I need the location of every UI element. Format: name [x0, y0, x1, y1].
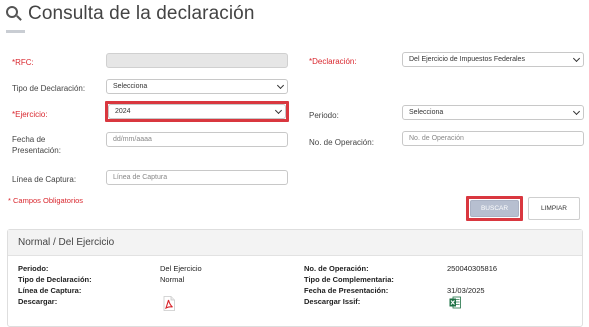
result-periodo-label: Periodo:	[18, 264, 49, 273]
declaracion-value: Del Ejercicio de Impuestos Federales	[409, 56, 525, 63]
tipo-declaracion-select[interactable]: Selecciona	[106, 79, 288, 94]
periodo-select[interactable]: Selecciona	[402, 105, 584, 120]
linea-captura-placeholder: Línea de Captura	[113, 174, 168, 181]
page-title: Consulta de la declaración	[28, 3, 255, 24]
result-operacion-value: 250040305816	[447, 264, 498, 273]
chevron-down-icon	[572, 107, 581, 116]
fecha-presentacion-input[interactable]: dd/mm/aaaa	[106, 132, 288, 147]
result-operacion-label: No. de Operación:	[304, 264, 369, 273]
linea-captura-label: Línea de Captura:	[12, 175, 77, 184]
result-heading: Normal / Del Ejercicio	[8, 230, 582, 256]
tipo-declaracion-label: Tipo de Declaración:	[12, 84, 86, 93]
ejercicio-highlight	[105, 101, 289, 122]
result-tipo-label: Tipo de Declaración:	[18, 275, 92, 284]
required-note: * Campos Obligatorios	[8, 196, 84, 205]
declaracion-select[interactable]: Del Ejercicio de Impuestos Federales	[402, 52, 584, 67]
result-complementaria-label: Tipo de Complementaria:	[304, 275, 394, 284]
result-fecha-label: Fecha de Presentación:	[304, 286, 389, 295]
search-button-highlight	[466, 196, 523, 221]
result-descargar-label: Descargar:	[18, 297, 58, 306]
excel-icon[interactable]	[449, 296, 461, 309]
title-underline	[6, 30, 25, 33]
result-linea-label: Línea de Captura:	[18, 286, 82, 295]
chevron-down-icon	[276, 81, 285, 90]
declaracion-label: *Declaración:	[309, 57, 357, 66]
page-header: Consulta de la declaración	[6, 0, 255, 28]
result-issif-label: Descargar Issif:	[304, 297, 361, 306]
periodo-label: Periodo:	[309, 111, 339, 120]
clear-button[interactable]: LIMPIAR	[528, 197, 580, 220]
fecha-placeholder: dd/mm/aaaa	[113, 136, 152, 143]
result-periodo-value: Del Ejercicio	[160, 264, 202, 273]
no-operacion-input[interactable]: No. de Operación	[402, 131, 584, 146]
no-operacion-label: No. de Operación:	[309, 138, 374, 147]
fecha-label-line2: Presentación:	[12, 146, 61, 155]
periodo-value: Selecciona	[409, 109, 444, 116]
linea-captura-input[interactable]: Línea de Captura	[106, 170, 288, 185]
tipo-declaracion-value: Selecciona	[113, 83, 148, 90]
result-fecha-value: 31/03/2025	[447, 286, 485, 295]
ejercicio-label: *Ejercicio:	[12, 110, 48, 119]
rfc-label: *RFC:	[12, 58, 34, 67]
result-card: Normal / Del Ejercicio	[7, 229, 583, 327]
pdf-icon[interactable]	[163, 296, 175, 311]
chevron-down-icon	[572, 54, 581, 63]
fecha-label-line1: Fecha de	[12, 135, 46, 144]
no-operacion-placeholder: No. de Operación	[409, 135, 464, 142]
search-icon	[6, 6, 22, 22]
rfc-field	[106, 53, 288, 68]
result-tipo-value: Normal	[160, 275, 185, 284]
